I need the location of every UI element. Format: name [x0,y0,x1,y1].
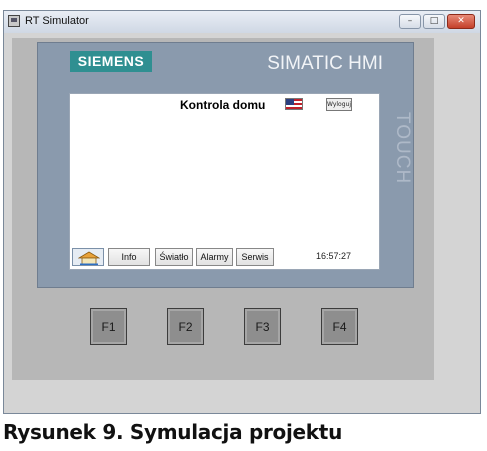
hmi-screen[interactable]: Kontrola domu Wyloguj Info Światło Alarm… [69,93,380,270]
close-button[interactable]: ✕ [447,14,475,29]
simulator-client-area: SIEMENS SIMATIC HMI TOUCH Kontrola domu … [4,33,480,413]
siemens-logo: SIEMENS [70,51,152,72]
f2-key[interactable]: F2 [167,308,204,345]
figure-caption: Rysunek 9. Symulacja projektu [3,420,343,444]
touch-label: TOUCH [392,111,413,185]
simatic-hmi-label: SIMATIC HMI [267,53,383,74]
screen-clock: 16:57:27 [316,251,352,261]
hmi-device: SIEMENS SIMATIC HMI TOUCH Kontrola domu … [12,38,434,380]
rt-simulator-window: RT Simulator – □ ✕ SIEMENS SIMATIC HMI T… [3,10,481,414]
app-icon [8,15,20,27]
window-title: RT Simulator [25,15,89,27]
screen-nav-bar: Info Światło Alarmy Serwis 16:57:27 [70,248,379,267]
screen-title: Kontrola domu [180,98,266,112]
home-button[interactable] [72,248,104,266]
hmi-bezel: SIEMENS SIMATIC HMI TOUCH Kontrola domu … [37,42,414,288]
maximize-button[interactable]: □ [423,14,445,29]
nav-serwis-button[interactable]: Serwis [236,248,274,266]
home-icon [78,251,100,265]
nav-swiatlo-button[interactable]: Światło [155,248,193,266]
minimize-button[interactable]: – [399,14,421,29]
us-flag-icon[interactable] [285,98,303,110]
logout-button[interactable]: Wyloguj [326,98,352,111]
f1-key[interactable]: F1 [90,308,127,345]
window-titlebar[interactable]: RT Simulator – □ ✕ [4,11,480,34]
nav-info-button[interactable]: Info [108,248,150,266]
f4-key[interactable]: F4 [321,308,358,345]
f3-key[interactable]: F3 [244,308,281,345]
nav-alarmy-button[interactable]: Alarmy [196,248,233,266]
